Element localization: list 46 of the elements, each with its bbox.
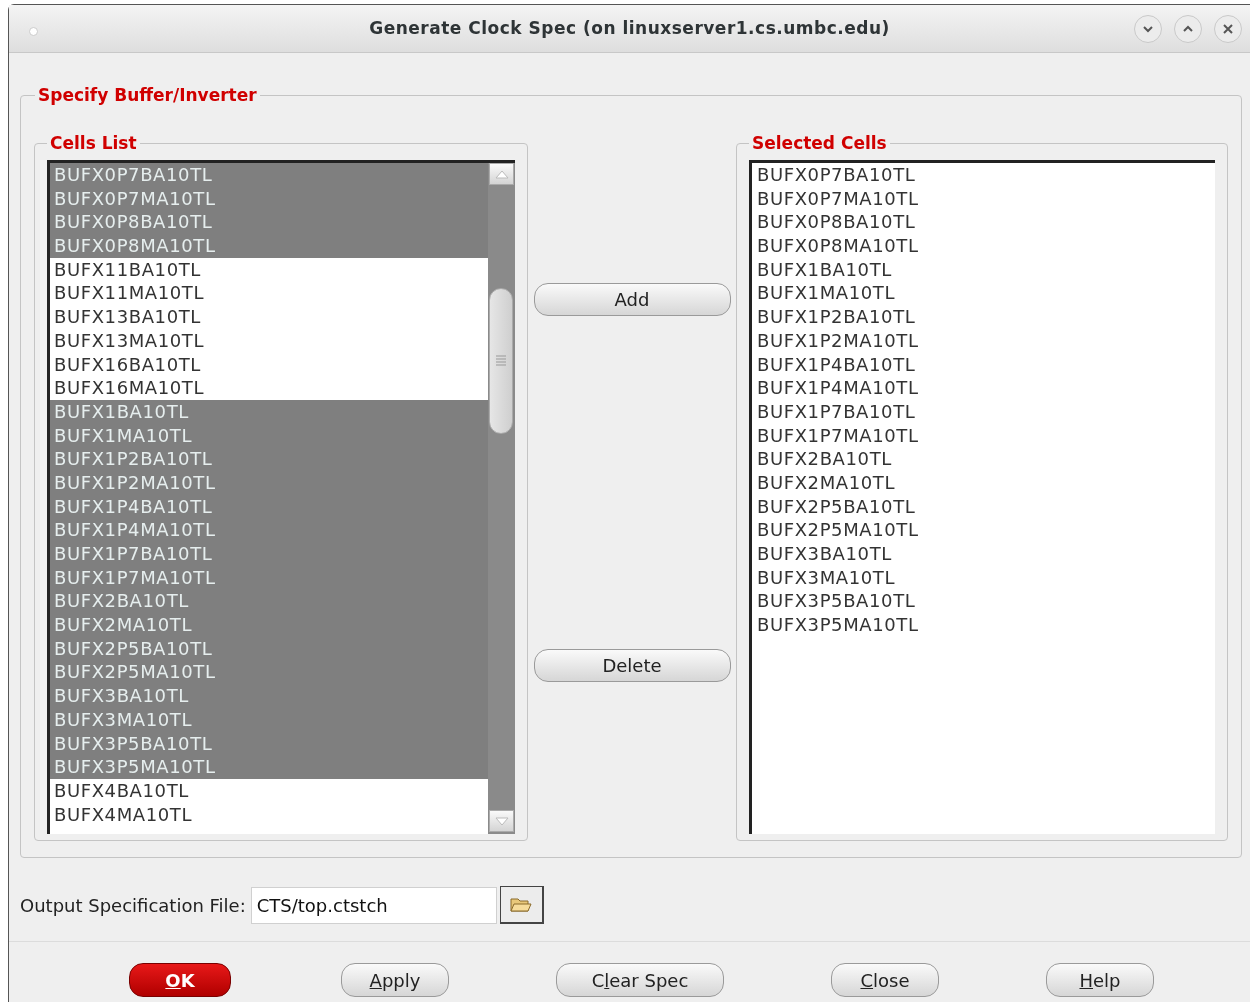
clear-spec-button[interactable]: Clear Spec	[556, 963, 724, 997]
list-item[interactable]: BUFX0P7MA10TL	[752, 186, 919, 211]
list-item[interactable]: BUFX1P2MA10TL	[752, 328, 919, 353]
group-title: Cells List	[49, 131, 138, 155]
group-title: Specify Buffer/Inverter	[37, 84, 258, 107]
chevron-up-icon	[1182, 25, 1194, 33]
list-item[interactable]: BUFX0P8MA10TL	[752, 234, 919, 258]
arrow-up-icon	[494, 169, 509, 179]
scroll-thumb[interactable]	[489, 288, 513, 434]
list-item[interactable]: BUFX0P7BA10TL	[752, 163, 916, 187]
list-item[interactable]: BUFX0P8BA10TL	[752, 210, 916, 235]
list-item[interactable]: BUFX1P7MA10TL	[752, 423, 919, 448]
close-button[interactable]: Close	[831, 963, 939, 997]
window-title: Generate Clock Spec (on linuxserver1.cs.umbc.edu)	[369, 16, 890, 40]
browse-button[interactable]	[499, 886, 544, 924]
field-label: Output Specification File:	[20, 893, 246, 918]
ok-button[interactable]: OK	[129, 963, 231, 997]
list-item[interactable]: BUFX3P5BA10TL	[752, 589, 916, 614]
list-item[interactable]: BUFX2P5MA10TL	[752, 518, 919, 542]
arrow-down-icon	[494, 816, 509, 826]
list-item[interactable]: BUFX2MA10TL	[752, 470, 896, 495]
list-item[interactable]: BUFX3MA10TL	[752, 565, 896, 590]
group-title: Selected Cells	[751, 131, 888, 155]
list-item[interactable]: BUFX2BA10TL	[752, 447, 892, 471]
delete-button[interactable]: Delete	[533, 648, 731, 682]
minimize-button[interactable]	[1134, 15, 1162, 43]
list-item[interactable]: BUFX1P2BA10TL	[752, 305, 916, 329]
list-item[interactable]: BUFX1P4BA10TL	[752, 352, 916, 377]
close-icon	[1223, 24, 1233, 34]
close-window-button[interactable]	[1214, 15, 1242, 43]
grip-icon	[496, 355, 506, 367]
apply-button[interactable]: Apply	[341, 963, 449, 997]
maximize-button[interactable]	[1174, 15, 1202, 43]
help-button[interactable]: Help	[1046, 963, 1154, 997]
folder-icon	[510, 896, 533, 913]
chevron-down-icon	[1142, 25, 1154, 33]
scrollbar[interactable]	[488, 163, 515, 834]
list-item[interactable]: BUFX1P4MA10TL	[752, 376, 919, 400]
list-item[interactable]: BUFX1P7BA10TL	[752, 399, 916, 424]
list-item[interactable]: BUFX3BA10TL	[752, 542, 892, 566]
list-item[interactable]: BUFX2P5BA10TL	[752, 494, 916, 519]
list-item[interactable]: BUFX1MA10TL	[752, 281, 896, 306]
output-file-field[interactable]: CTS/top.ctstch	[250, 886, 497, 924]
add-button[interactable]: Add	[533, 282, 731, 316]
list-item[interactable]: BUFX3P5MA10TL	[752, 613, 919, 637]
list-item[interactable]: BUFX1BA10TL	[752, 257, 892, 282]
